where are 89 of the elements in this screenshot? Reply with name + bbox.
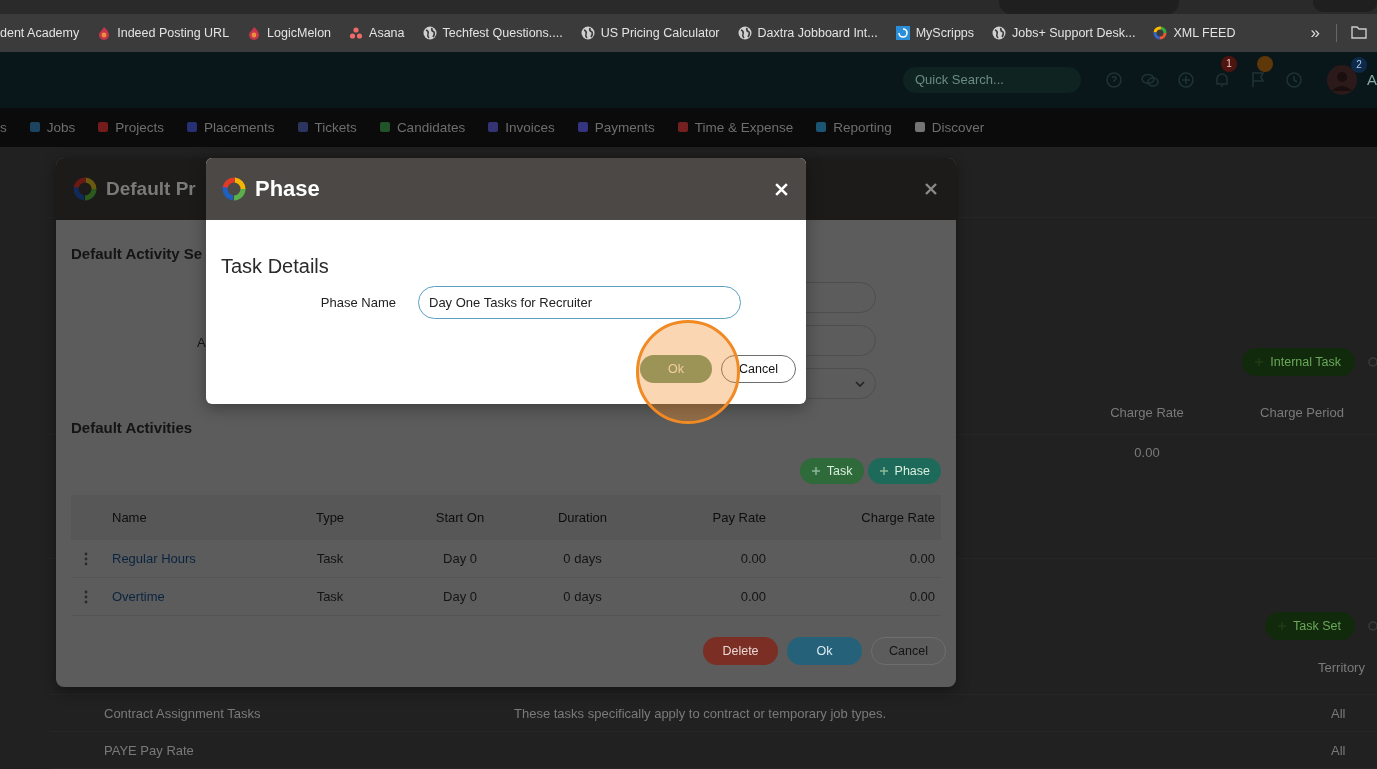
table-cell-text: Task	[315, 551, 345, 566]
chevron-icon	[855, 380, 865, 387]
field-label: A	[197, 335, 207, 350]
column-header: Charge Rate	[860, 510, 936, 525]
column-header: Name	[111, 510, 148, 525]
plus-icon	[810, 466, 821, 476]
dots-icon	[349, 25, 364, 40]
drag-handle-icon[interactable]	[84, 551, 88, 566]
user-initial[interactable]: A	[1367, 71, 1377, 89]
dialog-title: Phase	[255, 176, 320, 202]
dialog-title: Default Pr	[106, 178, 196, 200]
nav-item[interactable]: Payments	[576, 119, 655, 135]
table-cell-text: Day 0	[442, 551, 478, 566]
section-title: Default Activities	[71, 419, 194, 436]
notification-badge: 2	[1351, 56, 1367, 73]
bookmark[interactable]: XML FEED	[1153, 25, 1236, 40]
add-button[interactable]: Task	[799, 458, 864, 484]
bookmark[interactable]: Techfest Questions....	[422, 25, 563, 40]
app-tile-icon	[895, 25, 910, 40]
bell-icon[interactable]	[1213, 70, 1231, 89]
nav-item[interactable]: Invoices	[487, 119, 555, 135]
add-internal-task-button[interactable]: Internal Task	[1242, 348, 1355, 376]
table-cell-text: 0 days	[562, 589, 603, 604]
globe-icon	[737, 25, 752, 40]
logo-icon	[221, 176, 247, 202]
table-cell-text: All	[1330, 742, 1347, 758]
column-header: Charge Rate	[1109, 404, 1185, 420]
notification-badge: 1	[1221, 55, 1237, 72]
globe-icon	[992, 25, 1007, 40]
logo-icon	[72, 176, 98, 202]
section-title: Default Activity Se	[71, 245, 204, 262]
add-icon[interactable]	[1177, 70, 1195, 89]
flame-icon	[97, 25, 112, 40]
phase-name-field[interactable]: Day One Tasks for Recruiter	[418, 286, 741, 319]
bookmark[interactable]: MyScripps	[895, 25, 975, 40]
add-button[interactable]: Phase	[867, 458, 941, 484]
nav-item[interactable]: Candidates	[378, 119, 466, 135]
nav-item[interactable]: Discover	[913, 119, 985, 135]
flame-icon	[247, 25, 262, 40]
nav-item[interactable]: Placements	[186, 119, 275, 135]
table-cell-text: These tasks specifically apply to contract or temporary job types.	[514, 705, 888, 721]
folder-icon[interactable]	[1351, 26, 1367, 40]
bookmark[interactable]: Jobs+ Support Desk...	[992, 25, 1136, 40]
close-icon[interactable]	[924, 182, 938, 196]
ok-button[interactable]: Ok	[787, 637, 862, 665]
drag-handle-icon[interactable]	[84, 589, 88, 604]
column-header: Duration	[556, 510, 609, 525]
bookmark[interactable]: dent Academy	[0, 25, 80, 40]
delete-button[interactable]: Delete	[703, 637, 778, 665]
flag-icon[interactable]	[1249, 70, 1267, 89]
section-title: Task Details	[221, 255, 330, 278]
globe-icon	[580, 25, 595, 40]
globe-icon	[422, 25, 437, 40]
table-cell-text: Day 0	[442, 589, 478, 604]
plus-icon	[878, 466, 889, 476]
search-field[interactable]: Quick Search...	[903, 66, 1081, 93]
bookmark[interactable]: US Pricing Calculator	[580, 25, 720, 40]
table-cell-text: All	[1330, 705, 1347, 721]
nav-item[interactable]: Projects	[97, 119, 165, 135]
bookmark[interactable]: Daxtra Jobboard Int...	[737, 25, 878, 40]
nav-item[interactable]: Tickets	[296, 119, 357, 135]
nav-item[interactable]: s	[0, 119, 7, 135]
table-cell-text: Task	[315, 589, 345, 604]
table-cell-text: 0.00	[739, 551, 767, 566]
column-header: Type	[314, 510, 346, 525]
table-cell-text: 0.00	[908, 551, 936, 566]
table-cell-text: 0 days	[562, 551, 603, 566]
more-bookmarks-button[interactable]: »	[1310, 22, 1320, 43]
nav-item[interactable]: Jobs	[28, 119, 76, 135]
column-header: Start On	[434, 510, 486, 525]
field-label: Phase Name	[319, 295, 396, 310]
help-icon[interactable]	[1105, 70, 1123, 89]
table-cell-text: 0.00	[908, 589, 936, 604]
avatar-icon[interactable]	[1327, 64, 1357, 95]
table-cell-text: 0.00	[739, 589, 767, 604]
column-header: Territory	[1318, 659, 1366, 675]
bookmark[interactable]: LogicMelon	[247, 25, 332, 40]
column-header: Charge Period	[1259, 404, 1345, 420]
history-icon[interactable]	[1285, 70, 1303, 89]
bookmark[interactable]: Indeed Posting URL	[97, 25, 230, 40]
nav-item[interactable]: Time & Expense	[676, 119, 794, 135]
add-task-set-button[interactable]: Task Set	[1265, 612, 1355, 640]
table-cell-text: 0.00	[1133, 444, 1161, 460]
table-cell-text: PAYE Pay Rate	[104, 742, 195, 758]
column-header: Pay Rate	[711, 510, 767, 525]
table-cell-text: Contract Assignment Tasks	[104, 705, 262, 721]
nav-item[interactable]: Reporting	[815, 119, 892, 135]
bookmark[interactable]: Asana	[349, 25, 405, 40]
logo-icon	[1153, 25, 1168, 40]
